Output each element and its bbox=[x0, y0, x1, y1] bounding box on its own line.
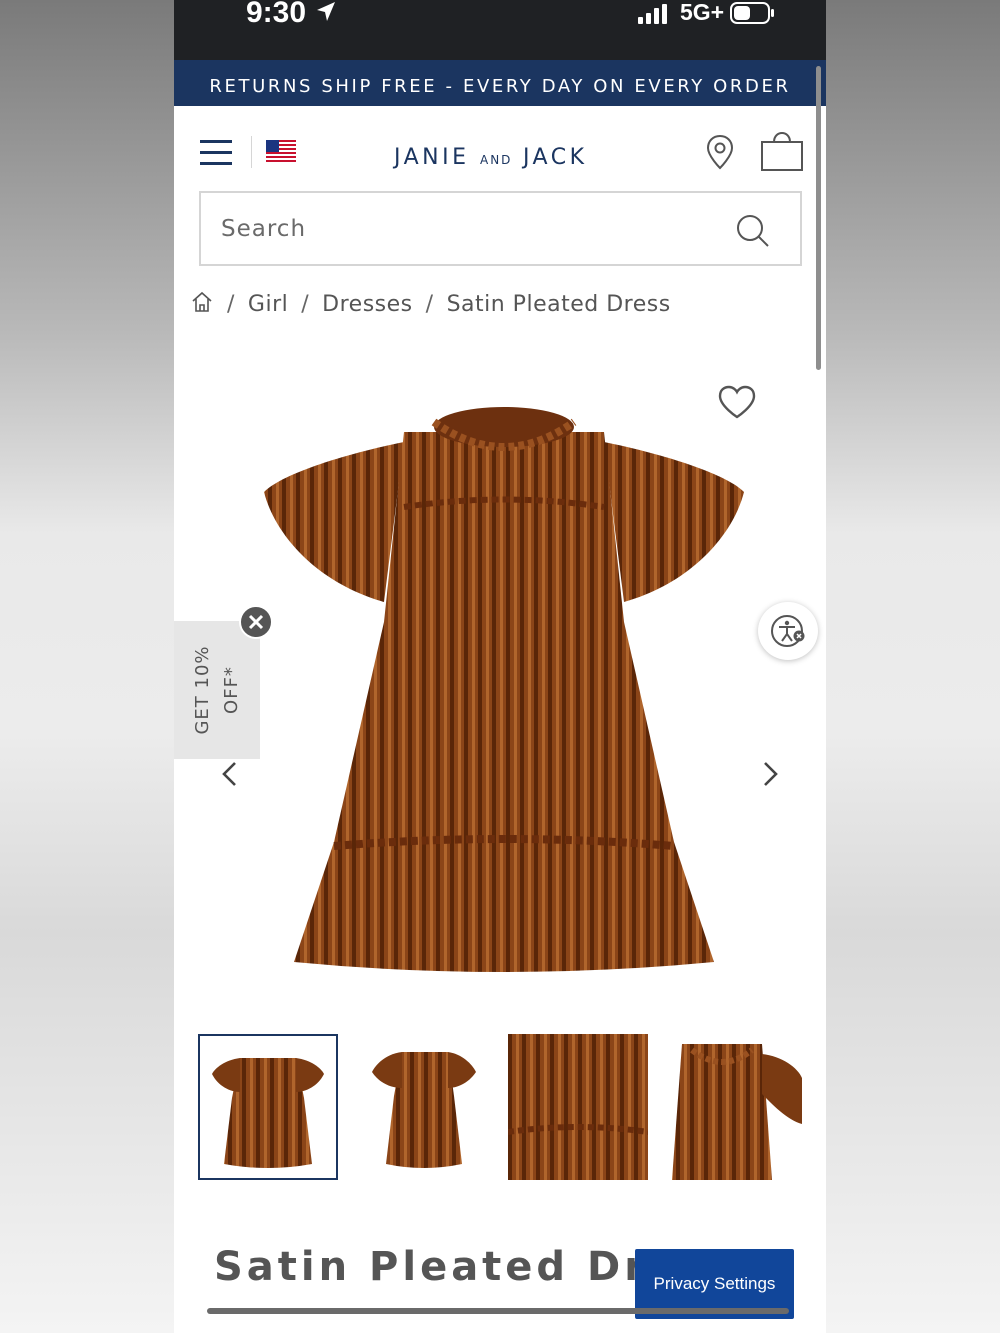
search-box bbox=[199, 191, 802, 266]
breadcrumb-girl[interactable]: Girl bbox=[248, 292, 288, 317]
chevron-left-icon[interactable] bbox=[218, 760, 242, 788]
discount-text: GET 10% OFF* bbox=[188, 645, 246, 734]
home-icon[interactable] bbox=[190, 290, 214, 314]
thumbnail-back[interactable] bbox=[354, 1034, 494, 1180]
scrollbar-thumb[interactable] bbox=[816, 66, 821, 370]
close-discount-button[interactable] bbox=[239, 605, 273, 639]
promo-banner[interactable]: RETURNS SHIP FREE - EVERY DAY ON EVERY O… bbox=[174, 60, 826, 106]
location-arrow-icon bbox=[317, 2, 335, 21]
header-divider bbox=[251, 136, 252, 168]
breadcrumb-current: Satin Pleated Dress bbox=[446, 291, 671, 317]
thumbnail-fabric-detail[interactable] bbox=[508, 1034, 648, 1180]
location-pin-icon[interactable] bbox=[706, 134, 734, 170]
discount-line-1: GET 10% bbox=[192, 645, 213, 735]
brand-logo-jack: JACK bbox=[522, 145, 588, 170]
network-label: 5G+ bbox=[680, 0, 725, 25]
brand-logo-and: AND bbox=[480, 153, 513, 167]
shopping-bag-icon[interactable] bbox=[760, 128, 804, 172]
discount-tab[interactable]: GET 10% OFF* bbox=[174, 621, 260, 759]
accessibility-button[interactable] bbox=[758, 602, 818, 660]
search-input[interactable] bbox=[221, 211, 701, 247]
breadcrumb: / Girl / Dresses / Satin Pleated Dress bbox=[190, 284, 671, 324]
search-icon[interactable] bbox=[735, 213, 771, 249]
breadcrumb-separator: / bbox=[227, 291, 235, 317]
thumbnail-collar-detail[interactable] bbox=[662, 1034, 802, 1180]
battery-icon bbox=[730, 2, 774, 24]
discount-line-2: OFF* bbox=[221, 666, 242, 714]
status-time: 9:30 bbox=[246, 0, 307, 29]
product-main-image[interactable] bbox=[254, 402, 754, 992]
us-flag-icon[interactable] bbox=[266, 140, 296, 162]
chevron-right-icon[interactable] bbox=[758, 760, 782, 788]
brand-logo[interactable]: JANIE AND JACK bbox=[394, 145, 588, 170]
accessibility-icon bbox=[771, 615, 805, 647]
breadcrumb-separator: / bbox=[301, 291, 310, 317]
status-bar: 9:30 5G+ bbox=[174, 0, 826, 60]
close-icon bbox=[248, 614, 264, 630]
brand-logo-janie: JANIE bbox=[394, 145, 470, 170]
home-indicator bbox=[207, 1308, 789, 1314]
thumbnail-front[interactable] bbox=[198, 1034, 338, 1180]
breadcrumb-dresses[interactable]: Dresses bbox=[322, 292, 412, 317]
breadcrumb-separator: / bbox=[425, 291, 434, 317]
signal-bars-icon bbox=[638, 4, 667, 24]
phone-screen: 9:30 5G+ RETURNS SHIP FREE - EVERY DAY O… bbox=[174, 0, 826, 1333]
hamburger-menu-icon[interactable] bbox=[200, 140, 232, 168]
